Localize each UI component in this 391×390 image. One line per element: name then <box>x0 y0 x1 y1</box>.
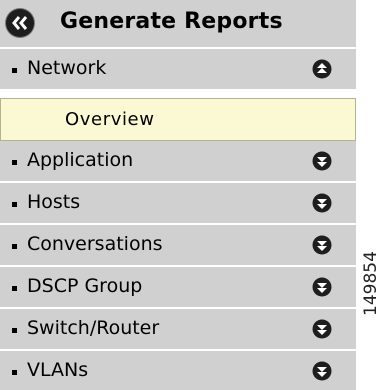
bullet-icon <box>12 328 17 333</box>
expand-section-button[interactable] <box>312 193 332 213</box>
submenu-item-label: Overview <box>65 109 155 130</box>
menu-item-dscp-group[interactable]: DSCP Group <box>0 267 356 309</box>
double-chevron-down-icon <box>312 277 332 297</box>
menu-item-label: DSCP Group <box>27 275 143 297</box>
menu-item-conversations[interactable]: Conversations <box>0 225 356 267</box>
double-chevron-down-icon <box>312 319 332 339</box>
generate-reports-panel: Generate Reports Network Overview Applic… <box>0 0 356 390</box>
menu-item-label: Network <box>27 57 107 79</box>
menu-item-label: Switch/Router <box>27 317 160 339</box>
expand-section-button[interactable] <box>312 235 332 255</box>
expand-section-button[interactable] <box>312 277 332 297</box>
expand-section-button[interactable] <box>312 151 332 171</box>
double-chevron-down-icon <box>312 235 332 255</box>
double-chevron-up-icon <box>312 59 332 79</box>
expand-section-button[interactable] <box>312 361 332 381</box>
double-chevron-down-icon <box>312 193 332 213</box>
menu-item-label: Hosts <box>27 191 81 213</box>
menu-item-switch-router[interactable]: Switch/Router <box>0 309 356 351</box>
menu-item-label: Conversations <box>27 233 163 255</box>
submenu-item-overview[interactable]: Overview <box>0 98 356 141</box>
figure-id-label: 149854 <box>361 251 381 316</box>
menu-item-label: VLANs <box>27 359 89 381</box>
double-chevron-left-icon <box>12 16 28 30</box>
menu-item-hosts[interactable]: Hosts <box>0 183 356 225</box>
collapse-section-button[interactable] <box>312 59 332 79</box>
bullet-icon <box>12 202 17 207</box>
menu-item-network[interactable]: Network <box>0 49 356 91</box>
double-chevron-down-icon <box>312 361 332 381</box>
bullet-icon <box>12 244 17 249</box>
expand-section-button[interactable] <box>312 319 332 339</box>
menu-item-application[interactable]: Application <box>0 141 356 183</box>
bullet-icon <box>12 370 17 375</box>
bullet-icon <box>12 160 17 165</box>
bullet-icon <box>12 68 17 73</box>
collapse-panel-button[interactable] <box>6 9 34 37</box>
double-chevron-down-icon <box>312 151 332 171</box>
menu-item-vlans[interactable]: VLANs <box>0 351 356 390</box>
panel-header: Generate Reports <box>0 0 356 49</box>
bullet-icon <box>12 286 17 291</box>
menu-item-label: Application <box>27 149 134 171</box>
panel-title: Generate Reports <box>60 9 283 34</box>
